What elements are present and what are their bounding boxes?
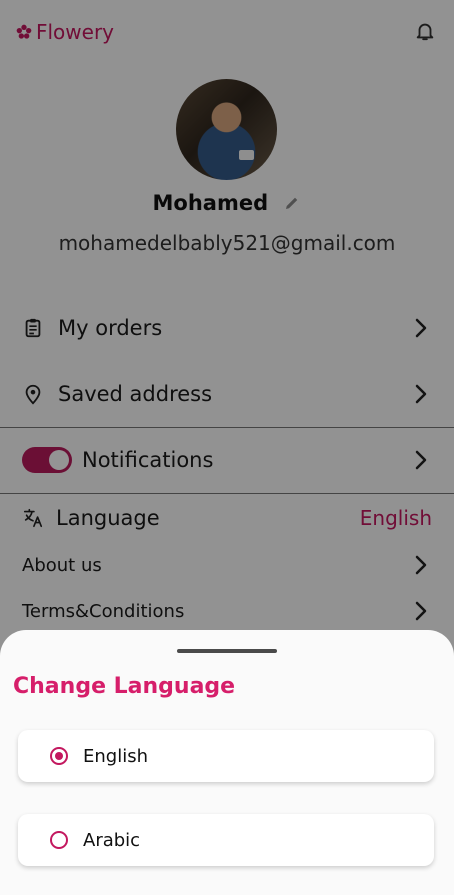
- language-option-english[interactable]: English: [18, 730, 434, 782]
- sheet-title: Change Language: [13, 674, 236, 699]
- change-language-sheet: Change Language English Arabic: [0, 630, 454, 895]
- language-option-label: English: [83, 745, 148, 767]
- language-option-arabic[interactable]: Arabic: [18, 814, 434, 866]
- sheet-drag-handle[interactable]: [177, 649, 277, 653]
- radio-selected[interactable]: [50, 747, 68, 765]
- radio-unselected[interactable]: [50, 831, 68, 849]
- language-option-label: Arabic: [83, 829, 141, 851]
